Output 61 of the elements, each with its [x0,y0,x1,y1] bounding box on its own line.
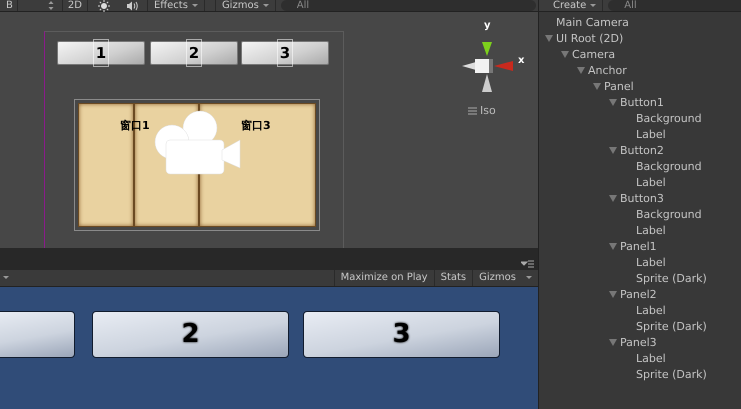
expand-arrow-icon[interactable] [544,34,554,42]
panel-label: 窗口3 [241,118,271,134]
panel-label: 窗口1 [120,118,150,134]
expand-arrow-icon[interactable] [608,338,618,346]
caret-icon[interactable] [526,276,532,279]
tree-item[interactable]: Panel3 [620,334,657,350]
2d-toggle[interactable]: 2D [62,0,88,11]
expand-arrow-icon[interactable] [608,290,618,298]
tree-item[interactable]: Button1 [620,94,664,110]
stepper-icon[interactable] [48,0,54,11]
search-field[interactable]: All [280,0,536,11]
tree-item[interactable]: Background [636,110,702,126]
expand-arrow-icon[interactable] [576,66,586,74]
tree-item[interactable]: Sprite (Dark) [636,270,707,286]
axis-label: y [484,21,491,31]
create-dropdown[interactable]: Create [547,0,604,11]
tree-item[interactable]: Sprite (Dark) [636,318,707,334]
effects-dropdown[interactable]: Effects [146,0,205,11]
search-field[interactable]: All [608,0,741,11]
tree-item[interactable]: Label [636,350,666,366]
tree-item[interactable]: Button3 [620,190,664,206]
scene-button[interactable]: 1 [57,41,145,65]
expand-arrow-icon[interactable] [608,146,618,154]
audio-icon[interactable] [126,0,139,12]
tree-item[interactable]: Panel2 [620,286,657,302]
game-button[interactable]: 3 [303,311,500,358]
expand-arrow-icon[interactable] [608,194,618,202]
expand-arrow-icon[interactable] [592,82,602,90]
tree-item[interactable]: Button2 [620,142,664,158]
tree-item[interactable]: Anchor [588,62,627,78]
tree-item[interactable]: Main Camera [556,14,629,30]
expand-arrow-icon[interactable] [608,242,618,250]
game-button[interactable] [0,311,75,358]
panel-menu-icon[interactable] [521,260,534,268]
scene-button[interactable]: 2 [150,41,238,65]
projection-toggle[interactable]: Iso [468,103,496,120]
tree-item[interactable]: Background [636,158,702,174]
gizmos-dropdown[interactable]: Gizmos [214,0,276,11]
toolbar-button[interactable]: Gizmos [472,270,522,286]
axis-label: x [518,56,524,66]
tree-item[interactable]: Panel [604,78,634,94]
tree-item[interactable]: UI Root (2D) [556,30,624,46]
tree-item[interactable]: Label [636,222,666,238]
menu-icon[interactable] [468,107,477,116]
mode-dropdown[interactable]: B [0,0,18,11]
tree-item[interactable]: Camera [572,46,616,62]
expand-arrow-icon[interactable] [608,98,618,106]
caret-icon[interactable] [3,276,9,279]
game-button[interactable]: 2 [92,311,289,358]
expand-arrow-icon[interactable] [560,50,570,58]
tree-item[interactable]: Panel1 [620,238,657,254]
toolbar-button[interactable]: Maximize on Play [334,270,434,286]
toolbar-button[interactable]: Stats [434,270,472,286]
tree-item[interactable]: Label [636,174,666,190]
tree-item[interactable]: Label [636,302,666,318]
lighting-icon[interactable] [98,0,110,12]
tree-item[interactable]: Background [636,206,702,222]
tree-item[interactable]: Sprite (Dark) [636,366,707,382]
tree-item[interactable]: Label [636,254,666,270]
tree-item[interactable]: Label [636,126,666,142]
scene-button[interactable]: 3 [241,41,329,65]
